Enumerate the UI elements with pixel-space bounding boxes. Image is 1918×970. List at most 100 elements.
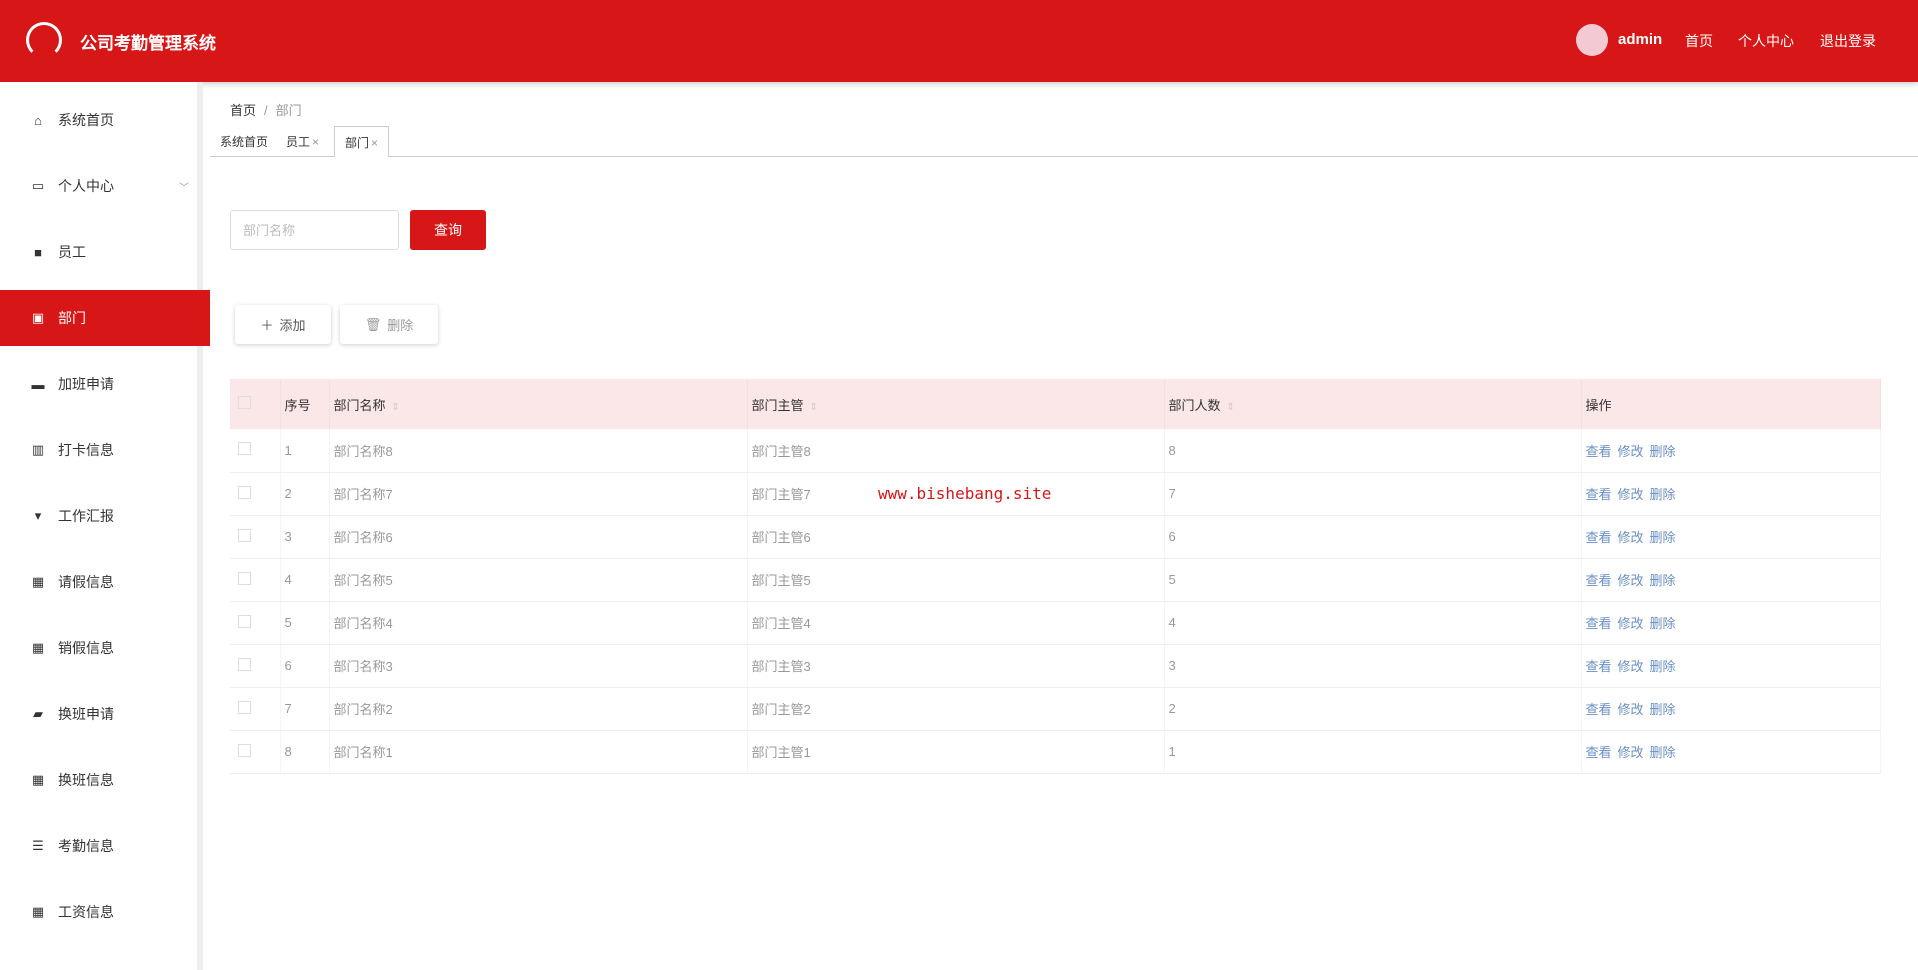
row-checkbox[interactable] [238,700,251,714]
edit-link[interactable]: 修改 [1618,530,1644,545]
avatar[interactable] [1576,24,1608,56]
delete-link[interactable]: 删除 [1650,659,1676,674]
row-checkbox[interactable] [238,528,251,542]
table-cell: 部门主管5 [747,558,1165,602]
sidebar-item-label: 打卡信息 [58,442,114,458]
tab-employee[interactable]: 员工 × [276,126,329,157]
view-link[interactable]: 查看 [1586,745,1612,760]
delete-link[interactable]: 删除 [1650,487,1676,502]
delete-link[interactable]: 删除 [1650,616,1676,631]
sidebar-item-3[interactable]: ▣ 部门 [0,290,210,346]
edit-link[interactable]: 修改 [1618,702,1644,717]
row-actions: 查看 修改 删除 [1581,601,1881,645]
view-link[interactable]: 查看 [1586,573,1612,588]
col-manager[interactable]: 部门主管 ⇕ [747,379,1165,429]
col-label: 部门人数 [1168,397,1221,413]
sort-icon[interactable]: ⇕ [1227,402,1235,413]
row-checkbox[interactable] [238,571,251,585]
tab-bar: 系统首页 员工 × 部门 × [210,126,1918,157]
breadcrumb: 首页 / 部门 [230,100,302,119]
sidebar-item-4[interactable]: ▬ 加班申请 [0,356,203,412]
table-cell: 8 [280,730,330,774]
delete-link[interactable]: 删除 [1650,702,1676,717]
row-checkbox[interactable] [238,657,251,671]
edit-link[interactable]: 修改 [1618,444,1644,459]
col-name[interactable]: 部门名称 ⇕ [329,379,748,429]
chevron-down-icon[interactable]: ﹀ [179,179,189,194]
edit-link[interactable]: 修改 [1618,573,1644,588]
table-row: 6 部门名称3 部门主管3 3 查看 修改 删除 [230,644,1881,688]
breadcrumb-home[interactable]: 首页 [230,103,256,118]
edit-link[interactable]: 修改 [1618,659,1644,674]
ticket-icon: ▰ [33,706,43,721]
table-row: 7 部门名称2 部门主管2 2 查看 修改 删除 [230,687,1881,731]
close-icon[interactable]: × [371,136,378,150]
table-cell: 7 [1164,472,1582,516]
sidebar-item-1[interactable]: ▭ 个人中心 ﹀ [0,158,203,214]
table-cell: 部门名称6 [329,515,748,559]
table-cell: 部门主管1 [747,730,1165,774]
edit-link[interactable]: 修改 [1618,616,1644,631]
delete-link[interactable]: 删除 [1650,745,1676,760]
sidebar-item-12[interactable]: ▦ 工资信息 [0,884,203,940]
sort-icon[interactable]: ⇕ [392,402,400,413]
sidebar-item-6[interactable]: ▾ 工作汇报 [0,488,203,544]
row-checkbox[interactable] [238,743,251,757]
edit-link[interactable]: 修改 [1618,487,1644,502]
row-actions: 查看 修改 删除 [1581,515,1881,559]
view-link[interactable]: 查看 [1586,444,1612,459]
sidebar-item-0[interactable]: ⌂ 系统首页 [0,92,203,148]
edit-link[interactable]: 修改 [1618,745,1644,760]
row-checkbox[interactable] [238,485,251,499]
add-button[interactable]: ＋ 添加 [235,305,331,344]
table-cell: 4 [1164,601,1582,645]
sidebar-item-label: 工作汇报 [58,508,114,524]
trash-icon: 🗑 [364,316,382,332]
table-row: 8 部门名称1 部门主管1 1 查看 修改 删除 [230,730,1881,774]
delete-button[interactable]: 🗑 删除 [340,305,438,344]
department-name-search-input[interactable] [230,210,399,250]
col-index: 序号 [280,379,330,429]
row-select-cell [230,472,281,516]
select-all-checkbox[interactable] [238,396,251,409]
tab-home[interactable]: 系统首页 [210,126,278,157]
view-link[interactable]: 查看 [1586,530,1612,545]
col-label: 部门名称 [333,397,386,413]
table-cell: 部门名称2 [329,687,748,731]
sidebar-item-9[interactable]: ▰ 换班申请 [0,686,203,742]
delete-link[interactable]: 删除 [1650,444,1676,459]
sidebar-item-2[interactable]: ■ 员工 [0,224,203,280]
sidebar-item-label: 换班信息 [58,772,114,788]
sort-icon[interactable]: ⇕ [810,402,818,413]
row-actions: 查看 修改 删除 [1581,429,1881,473]
col-count[interactable]: 部门人数 ⇕ [1164,379,1582,429]
table-cell: 8 [1164,429,1582,473]
tab-department[interactable]: 部门 × [334,126,390,157]
card-icon: ▭ [31,178,45,193]
nav-logout[interactable]: 退出登录 [1820,31,1876,51]
row-checkbox[interactable] [238,614,251,628]
view-link[interactable]: 查看 [1586,487,1612,502]
view-link[interactable]: 查看 [1586,616,1612,631]
table-row: 4 部门名称5 部门主管5 5 查看 修改 删除 [230,558,1881,602]
breadcrumb-current: 部门 [275,103,302,118]
delete-link[interactable]: 删除 [1650,530,1676,545]
close-icon[interactable]: × [312,135,319,149]
row-checkbox[interactable] [238,442,251,456]
delete-link[interactable]: 删除 [1650,573,1676,588]
query-button[interactable]: 查询 [410,210,486,250]
table-cell: 部门名称4 [329,601,748,645]
sidebar-item-8[interactable]: ▦ 销假信息 [0,620,203,676]
row-select-cell [230,558,281,602]
nav-home[interactable]: 首页 [1685,31,1713,51]
table-row: 1 部门名称8 部门主管8 8 查看 修改 删除 [230,429,1881,473]
sidebar-item-7[interactable]: ▦ 请假信息 [0,554,203,610]
department-icon: ▣ [31,310,45,325]
sidebar-item-11[interactable]: ☰ 考勤信息 [0,818,203,874]
view-link[interactable]: 查看 [1586,659,1612,674]
sidebar-item-5[interactable]: ▥ 打卡信息 [0,422,203,478]
view-link[interactable]: 查看 [1586,702,1612,717]
table-cell: 部门名称1 [329,730,748,774]
sidebar-item-10[interactable]: ▦ 换班信息 [0,752,203,808]
nav-profile[interactable]: 个人中心 [1738,31,1794,51]
